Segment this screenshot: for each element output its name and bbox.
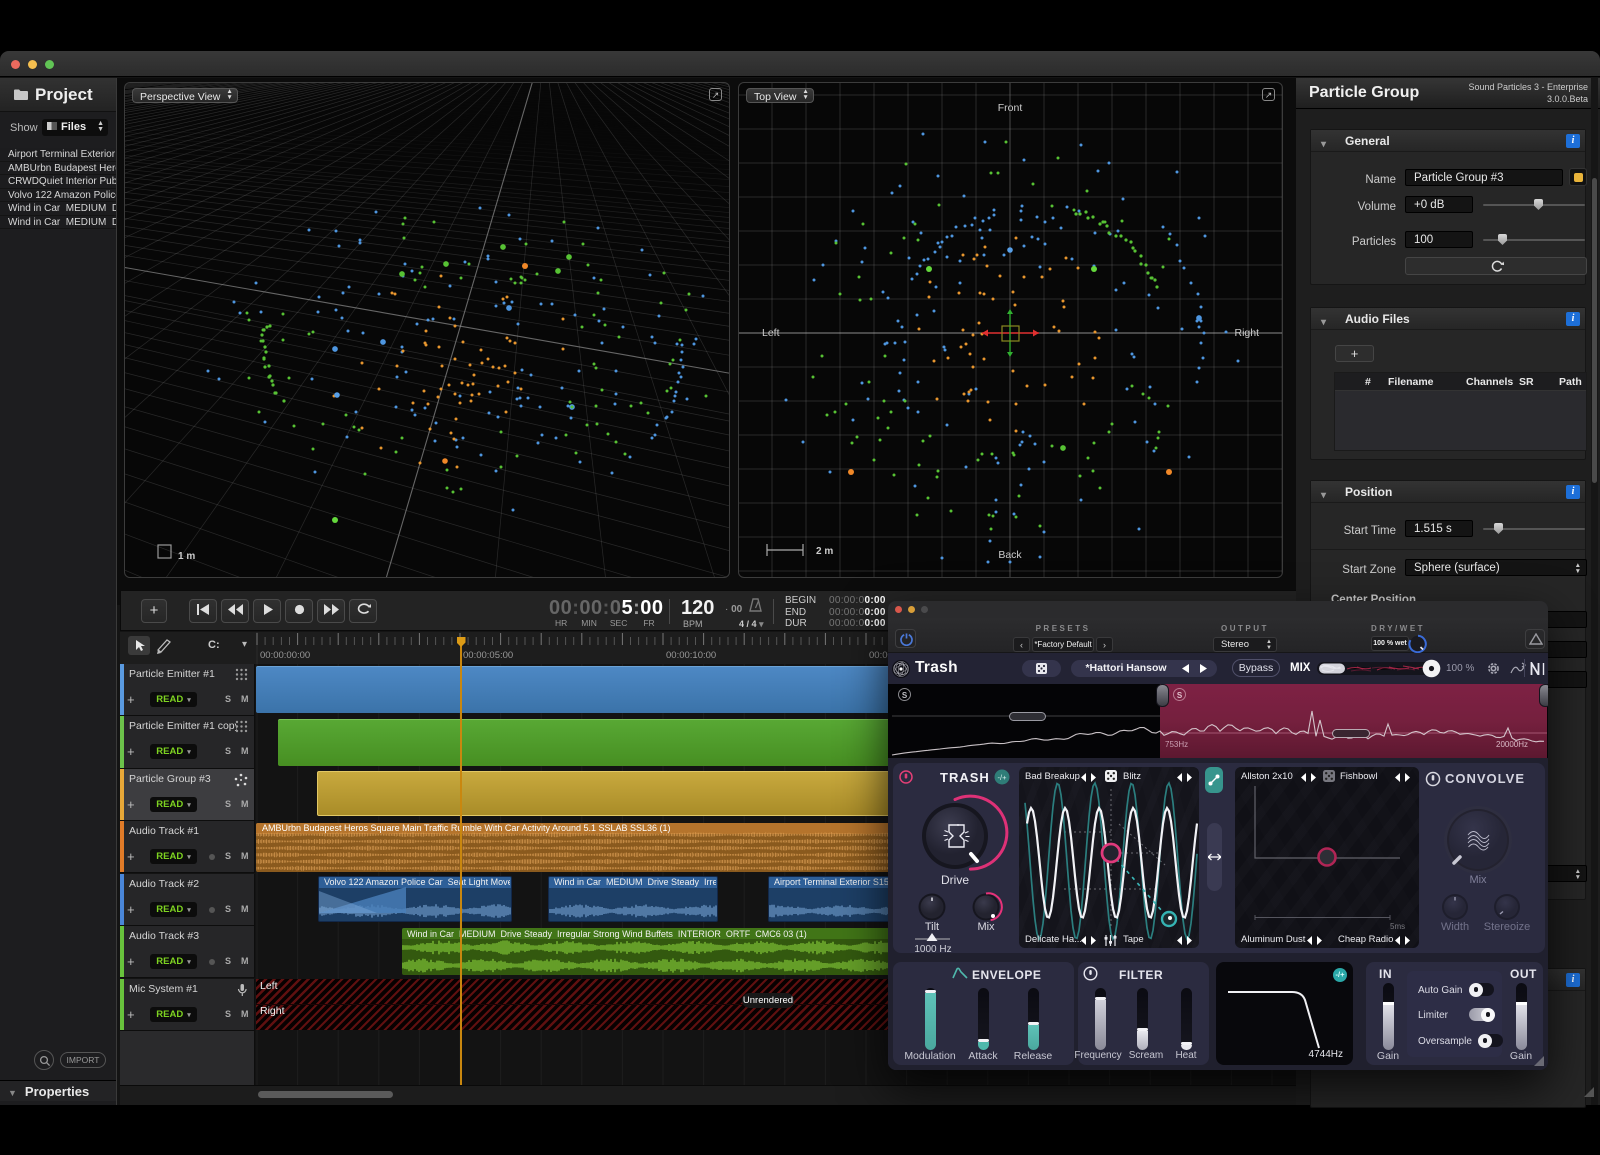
svg-text:2 m: 2 m	[816, 546, 833, 557]
svg-text:Front: Front	[998, 102, 1023, 114]
svg-text:Mix: Mix	[977, 921, 995, 933]
svg-text:TRASH: TRASH	[940, 770, 990, 785]
svg-text:Mix: Mix	[1469, 874, 1487, 886]
svg-text:Stereoize: Stereoize	[1484, 921, 1530, 933]
svg-text:Right: Right	[1234, 327, 1259, 339]
svg-text:Tilt: Tilt	[925, 921, 939, 933]
svg-text:Back: Back	[998, 549, 1022, 561]
svg-text:00:00:10:00: 00:00:10:00	[666, 650, 716, 661]
svg-text:Width: Width	[1441, 921, 1469, 933]
svg-text:Left: Left	[762, 327, 780, 339]
svg-text:5ms: 5ms	[1390, 922, 1405, 931]
svg-text:CONVOLVE: CONVOLVE	[1445, 771, 1525, 786]
svg-text:00:00:05:00: 00:00:05:00	[463, 650, 513, 661]
svg-text:1 m: 1 m	[178, 551, 195, 562]
svg-text:4744Hz: 4744Hz	[1309, 1049, 1343, 1060]
svg-text:-/+: -/+	[998, 773, 1008, 782]
svg-text:00:00:00:00: 00:00:00:00	[260, 650, 310, 661]
svg-text:1000 Hz: 1000 Hz	[914, 944, 951, 953]
svg-text:Drive: Drive	[941, 873, 969, 887]
